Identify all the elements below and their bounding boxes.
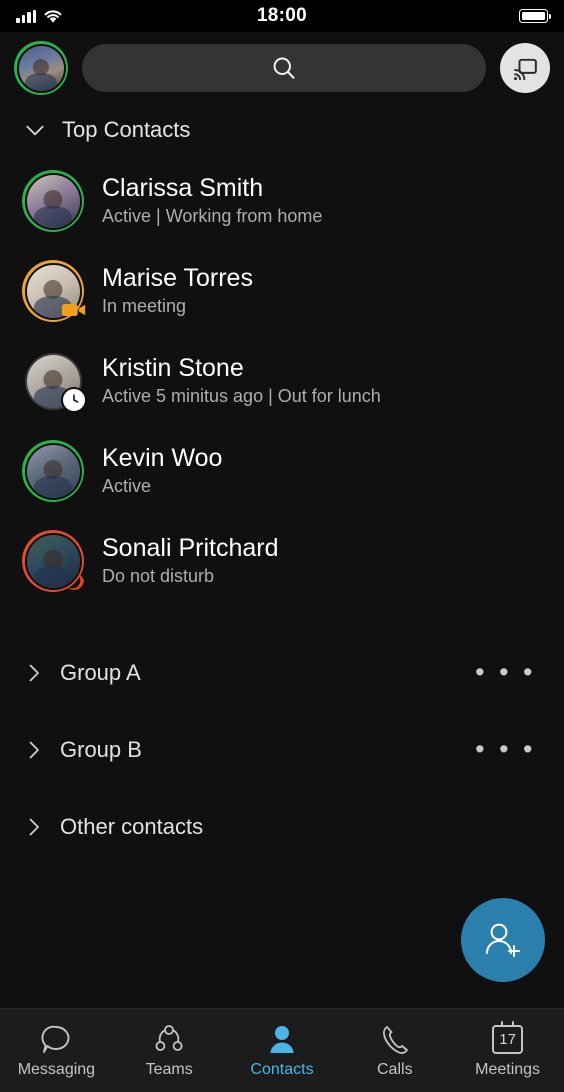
contact-name: Sonali Pritchard [102, 534, 279, 563]
group-row-a[interactable]: Group A • • • [0, 634, 564, 711]
contact-avatar [22, 170, 84, 232]
battery-full-icon [519, 9, 552, 23]
tab-teams[interactable]: Teams [113, 1009, 226, 1092]
add-contact-fab[interactable] [461, 898, 545, 982]
group-overflow-menu[interactable]: • • • [475, 736, 542, 763]
chevron-right-icon [29, 664, 39, 681]
group-label: Group A [60, 659, 141, 685]
tab-contacts[interactable]: Contacts [226, 1009, 339, 1092]
tab-calls[interactable]: Calls [338, 1009, 451, 1092]
top-bar [0, 32, 564, 104]
bottom-navigation: Messaging Teams Contacts Calls 17 Meetin… [0, 1008, 564, 1092]
tab-label: Meetings [475, 1061, 541, 1078]
status-bar-clock: 18:00 [256, 5, 308, 26]
contact-status: Active | Working from home [102, 206, 323, 227]
presence-ring-available [22, 170, 84, 232]
list-item[interactable]: Marise Torres In meeting [0, 246, 564, 336]
tab-meetings[interactable]: 17 Meetings [451, 1009, 564, 1092]
calendar-icon: 17 [492, 1020, 524, 1056]
phone-handset-icon [379, 1022, 411, 1056]
add-person-icon [486, 923, 520, 957]
profile-avatar-image [16, 43, 66, 93]
tab-label: Calls [377, 1061, 413, 1078]
contact-avatar [22, 260, 87, 323]
contact-status: Active [102, 476, 152, 497]
status-bar: 18:00 [0, 0, 564, 32]
contact-status: In meeting [102, 296, 187, 317]
list-item[interactable]: Kevin Woo Active [0, 426, 564, 516]
contact-name: Kevin Woo [102, 444, 223, 473]
chevron-right-icon [29, 818, 39, 835]
cellular-bars-icon [16, 9, 36, 23]
section-header-top-contacts[interactable]: Top Contacts [0, 104, 564, 156]
list-item[interactable]: Sonali Pritchard Do not disturb [0, 516, 564, 606]
tab-label: Messaging [17, 1061, 96, 1078]
chat-bubble-icon [40, 1022, 72, 1056]
contact-text: Kristin Stone Active 5 minitus ago | Out… [102, 354, 381, 407]
chevron-down-icon [26, 125, 44, 136]
group-overflow-menu[interactable]: • • • [475, 659, 542, 686]
contact-status: Do not disturb [102, 566, 215, 587]
tab-label: Contacts [250, 1061, 314, 1078]
chevron-right-icon [29, 741, 39, 758]
cast-screen-share-icon [513, 58, 537, 80]
group-label: Other contacts [60, 813, 204, 839]
contact-status: Active 5 minitus ago | Out for lunch [102, 386, 381, 407]
contact-avatar [22, 350, 87, 413]
calendar-day: 17 [499, 1031, 516, 1048]
section-title: Top Contacts [62, 117, 191, 142]
dnd-icon [61, 567, 87, 593]
list-item[interactable]: Clarissa Smith Active | Working from hom… [0, 156, 564, 246]
group-row-other-contacts[interactable]: Other contacts [0, 788, 564, 865]
video-camera-icon [61, 297, 87, 323]
contact-text: Sonali Pritchard Do not disturb [102, 534, 278, 587]
tab-label: Teams [145, 1061, 193, 1078]
tab-messaging[interactable]: Messaging [0, 1009, 113, 1092]
person-icon [266, 1022, 298, 1056]
cast-button[interactable] [500, 43, 550, 93]
status-bar-left [16, 9, 63, 24]
contact-text: Marise Torres In meeting [102, 264, 253, 317]
contact-name: Clarissa Smith [102, 174, 264, 203]
contact-avatar [22, 530, 84, 592]
app-screen: 18:00 Top Contacts Clarissa Smith Active… [0, 0, 564, 1092]
wifi-icon [44, 9, 62, 23]
clock-icon [61, 387, 87, 413]
contact-text: Kevin Woo Active [102, 444, 222, 497]
contacts-list: Clarissa Smith Active | Working from hom… [0, 156, 564, 1008]
group-label: Group B [60, 736, 142, 762]
search-input[interactable] [82, 44, 486, 92]
contact-name: Marise Torres [102, 264, 253, 293]
contact-name: Kristin Stone [102, 354, 244, 383]
teams-icon [153, 1022, 185, 1056]
profile-avatar[interactable] [14, 41, 68, 95]
contact-avatar [22, 440, 84, 502]
list-item[interactable]: Kristin Stone Active 5 minitus ago | Out… [0, 336, 564, 426]
search-icon [273, 57, 295, 79]
status-bar-right [519, 9, 552, 23]
group-row-b[interactable]: Group B • • • [0, 711, 564, 788]
contact-text: Clarissa Smith Active | Working from hom… [102, 174, 322, 227]
presence-ring-available [22, 440, 84, 502]
